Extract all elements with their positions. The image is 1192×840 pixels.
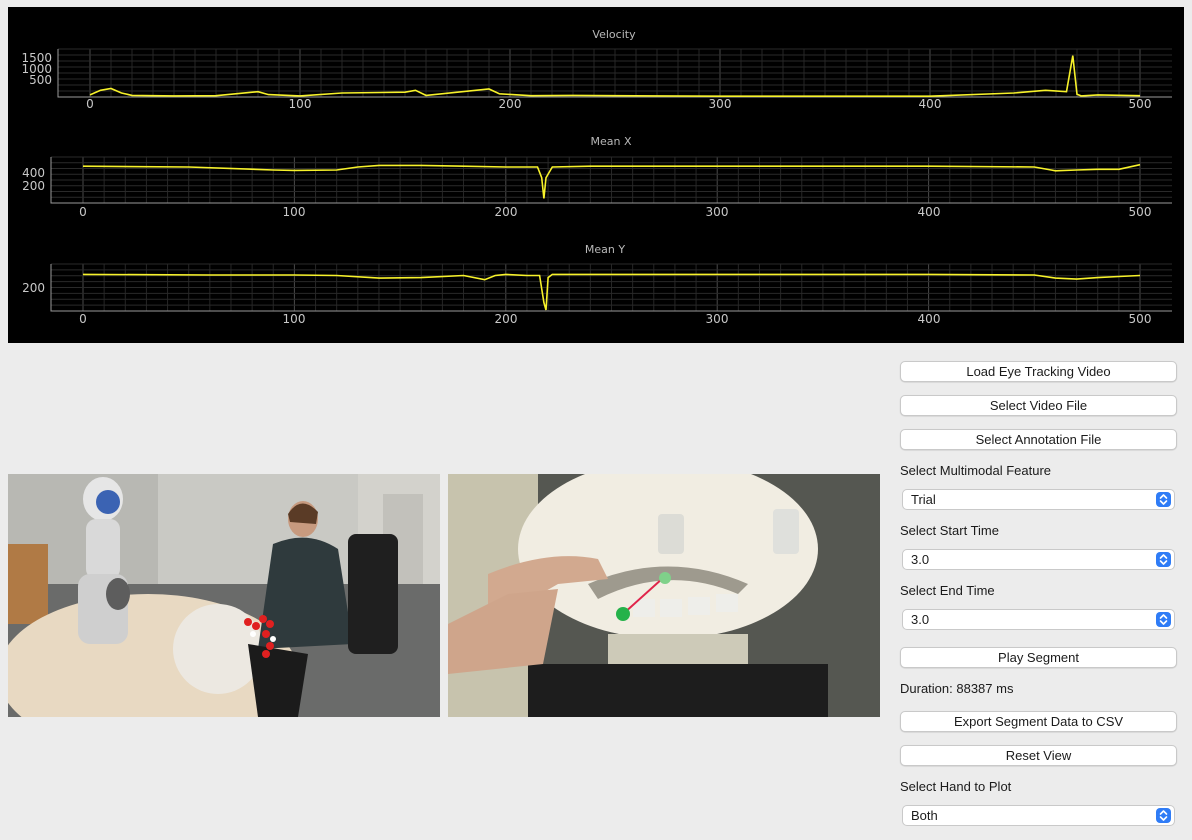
eye-tracking-frame: [448, 474, 880, 717]
feature-select[interactable]: Trial: [902, 489, 1175, 510]
mean-y-ytick: 200: [22, 281, 45, 295]
mean-y-xtick: 100: [283, 312, 306, 326]
mean-x-ytick: 200: [22, 179, 45, 193]
velocity-title: Velocity: [592, 28, 636, 41]
chevron-updown-icon: [1156, 808, 1171, 823]
export-csv-button[interactable]: Export Segment Data to CSV: [900, 711, 1177, 732]
play-segment-button[interactable]: Play Segment: [900, 647, 1177, 668]
mean-y-xtick: 400: [918, 312, 941, 326]
select-annotation-file-button[interactable]: Select Annotation File: [900, 429, 1177, 450]
select-video-file-button[interactable]: Select Video File: [900, 395, 1177, 416]
velocity-xtick: 0: [86, 97, 94, 111]
hand-select[interactable]: Both: [902, 805, 1175, 826]
start-time-select[interactable]: 3.0: [902, 549, 1175, 570]
velocity-xtick: 100: [289, 97, 312, 111]
mean-y-xtick: 500: [1129, 312, 1152, 326]
mean-y-xtick: 0: [79, 312, 87, 326]
gaze-point-icon: [616, 607, 630, 621]
velocity-xtick: 200: [499, 97, 522, 111]
duration-text: Duration: 88387 ms: [900, 681, 1014, 696]
velocity-xtick: 300: [709, 97, 732, 111]
start-time-label: Select Start Time: [900, 523, 999, 538]
external-camera-frame: [8, 474, 440, 717]
eye-tracking-video[interactable]: [448, 474, 880, 717]
gaze-target-icon: [659, 572, 671, 584]
mean-x-ytick: 400: [22, 166, 45, 180]
mean-x-xtick: 300: [706, 205, 729, 219]
hand-label: Select Hand to Plot: [900, 779, 1012, 794]
chevron-updown-icon: [1156, 492, 1171, 507]
mean-y-title: Mean Y: [585, 243, 625, 256]
mean-x-xtick: 100: [283, 205, 306, 219]
start-time-value: 3.0: [911, 552, 930, 567]
mean-x-xtick: 500: [1129, 205, 1152, 219]
velocity-xtick: 500: [1129, 97, 1152, 111]
reset-view-button[interactable]: Reset View: [900, 745, 1177, 766]
feature-label: Select Multimodal Feature: [900, 463, 1052, 478]
end-time-select[interactable]: 3.0: [902, 609, 1175, 630]
mean-y-xtick: 200: [495, 312, 518, 326]
chevron-updown-icon: [1156, 552, 1171, 567]
mean-x-xtick: 0: [79, 205, 87, 219]
plot-area[interactable]: Velocity 1500 1000 500 0 100 200 300 400…: [8, 7, 1184, 343]
mean-x-title: Mean X: [590, 135, 631, 148]
end-time-value: 3.0: [911, 612, 930, 627]
velocity-ytick: 500: [29, 73, 52, 87]
feature-select-value: Trial: [911, 492, 936, 507]
load-eye-tracking-video-button[interactable]: Load Eye Tracking Video: [900, 361, 1177, 382]
hand-select-value: Both: [911, 808, 938, 823]
chevron-updown-icon: [1156, 612, 1171, 627]
mean-x-xtick: 400: [918, 205, 941, 219]
external-camera-video[interactable]: [8, 474, 440, 717]
plots-canvas[interactable]: Velocity 1500 1000 500 0 100 200 300 400…: [8, 7, 1184, 343]
mean-y-xtick: 300: [706, 312, 729, 326]
mean-x-xtick: 200: [495, 205, 518, 219]
velocity-xtick: 400: [919, 97, 942, 111]
end-time-label: Select End Time: [900, 583, 995, 598]
